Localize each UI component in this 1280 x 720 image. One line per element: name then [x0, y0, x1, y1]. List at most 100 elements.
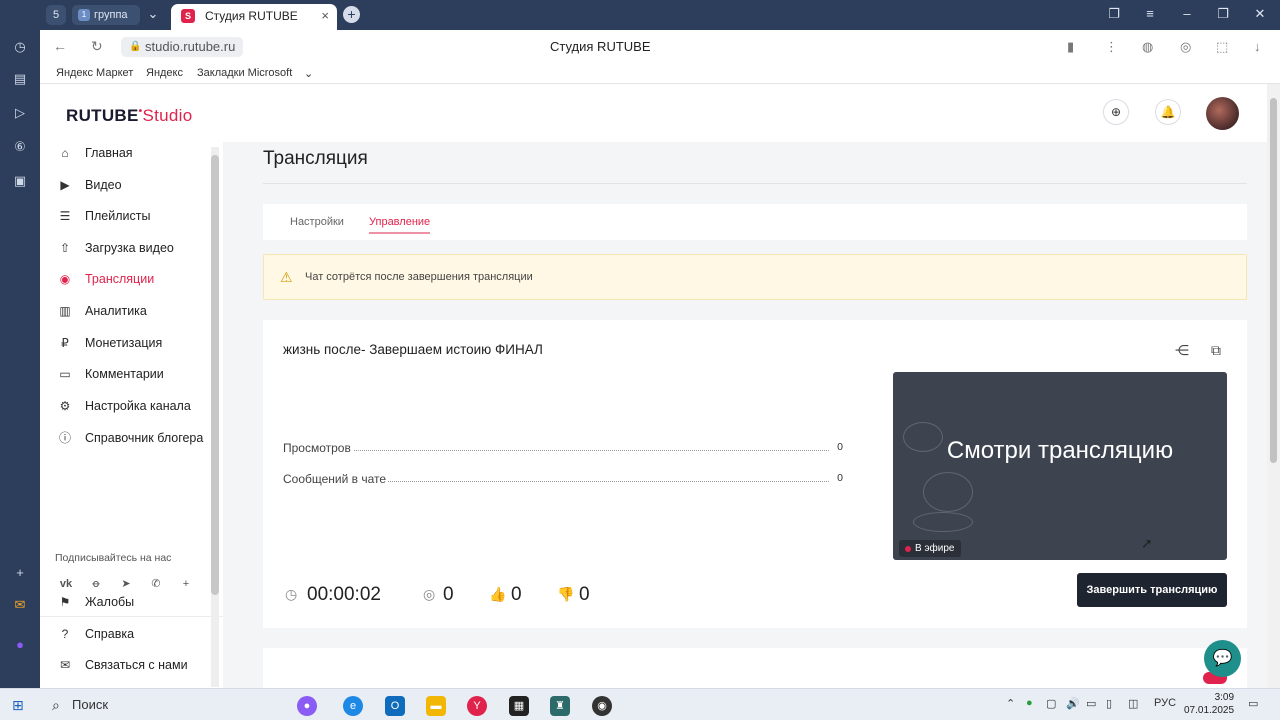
rutube-studio-logo[interactable]: RUTUBE•Studio — [66, 106, 192, 126]
chat-warning: ⚠ Чат сотрётся после завершения трансляц… — [263, 254, 1247, 300]
tab-active[interactable]: S Студия RUTUBE × — [171, 4, 337, 30]
chevron-down-icon[interactable]: ⌄ — [145, 6, 161, 22]
tab-management[interactable]: Управление — [369, 216, 431, 234]
gallery-icon[interactable]: ▣ — [11, 172, 29, 190]
notes-icon[interactable]: ▤ — [11, 70, 29, 88]
bookmark-icon[interactable]: ▮ — [1067, 39, 1074, 55]
search-label: Поиск — [72, 697, 109, 712]
main-content: Трансляция Настройки Управление ⚠ Чат со… — [263, 142, 1247, 688]
back-icon[interactable]: ← — [53, 38, 67, 54]
sidebar-item-blogger-guide[interactable]: ⓘ Справочник блогера — [40, 424, 223, 452]
chevron-down-icon[interactable]: ⌄ — [304, 67, 313, 80]
sidebar-divider — [40, 616, 223, 617]
sidebar-item-monetization[interactable]: ₽ Монетизация — [40, 329, 223, 357]
add-panel-icon[interactable]: + — [11, 564, 29, 582]
tab-group-count[interactable]: 5 — [46, 5, 67, 25]
taskbar-search[interactable]: ⌕ Поиск — [40, 689, 280, 720]
notifications-icon[interactable]: ▭ — [1248, 697, 1258, 710]
download-icon[interactable]: ↓ — [1254, 39, 1261, 54]
battery-icon[interactable]: ▯ — [1106, 697, 1112, 710]
stream-title: жизнь после- Завершаем истоию ФИНАЛ — [283, 342, 543, 357]
tab-group-1[interactable]: 1 группа 1 — [72, 5, 140, 41]
volume-icon[interactable]: 🔊 — [1066, 697, 1080, 710]
new-tab-button[interactable]: + — [343, 6, 360, 23]
tab-settings[interactable]: Настройки — [290, 216, 344, 228]
preview-text: Смотри трансляцию — [946, 437, 1174, 464]
menu-icon[interactable]: ≡ — [1142, 6, 1158, 21]
stream-preview[interactable]: Смотри трансляцию В эфире — [893, 372, 1227, 560]
bookmark-market[interactable]: Яндекс Маркет — [56, 67, 133, 79]
support-chat-button[interactable]: 💬 — [1204, 640, 1241, 677]
history-icon[interactable]: ◷ — [11, 38, 29, 56]
sidebar-item-help[interactable]: ? Справка — [40, 620, 223, 648]
tray-icon[interactable]: ▢ — [1046, 697, 1056, 710]
sidebar-item-label: Загрузка видео — [85, 241, 174, 255]
yandex-browser-icon[interactable]: Y — [467, 696, 487, 716]
clock-time: 3:09 — [1214, 692, 1235, 703]
restore-icon[interactable]: ❐ — [1215, 6, 1231, 22]
outlook-icon[interactable]: O — [385, 696, 405, 716]
bookmark-microsoft[interactable]: Закладки Microsoft — [197, 67, 292, 79]
more-icon[interactable]: ⋮ — [1105, 39, 1118, 55]
bell-icon[interactable]: 🔔 — [1155, 99, 1181, 125]
sidebar-item-video[interactable]: ▶ Видео — [40, 171, 223, 199]
sidebar-item-analytics[interactable]: ▥ Аналитика — [40, 297, 223, 325]
avatar[interactable] — [1206, 97, 1239, 130]
sidebar-item-upload[interactable]: ⇧ Загрузка видео — [40, 234, 223, 262]
close-tab-icon[interactable]: × — [321, 4, 329, 28]
clock[interactable]: 3:09 07.01.2025 — [1184, 691, 1234, 717]
mail-app-icon[interactable]: ✉ — [11, 596, 29, 614]
sidebar-item-contact[interactable]: ✉ Связаться с нами — [40, 651, 223, 679]
game-icon[interactable]: ♜ — [550, 696, 570, 716]
taskbar: ⊞ ⌕ Поиск ● e O ▬ Y ▦ ♜ ◉ ⌃ ● ▢ 🔊 ▭ ▯ ◫ … — [0, 688, 1280, 720]
six-icon[interactable]: ⑥ — [11, 138, 29, 156]
sidebar-item-home[interactable]: ⌂ Главная — [40, 139, 223, 167]
flag-icon: ⚑ — [59, 595, 71, 609]
preview-doodle — [913, 512, 973, 532]
network-icon[interactable]: ▭ — [1086, 697, 1096, 710]
sidebar-item-channel-settings[interactable]: ⚙ Настройка канала — [40, 392, 223, 420]
reload-icon[interactable]: ↻ — [91, 38, 103, 55]
close-window-icon[interactable]: ✕ — [1252, 6, 1268, 22]
windows-start-icon[interactable]: ⊞ — [12, 697, 24, 714]
sidebar-scrollbar[interactable] — [211, 147, 219, 687]
recorder-icon[interactable]: ◉ — [592, 696, 612, 716]
sidebar-item-broadcasts[interactable]: ◉ Трансляции — [40, 265, 223, 293]
language-indicator[interactable]: РУС — [1154, 697, 1176, 709]
url-field[interactable]: 🔒 studio.rutube.ru — [121, 37, 244, 57]
alice-icon[interactable]: ● — [11, 636, 29, 654]
bookmark-yandex[interactable]: Яндекс — [146, 67, 183, 79]
bookmark-collection-icon[interactable]: ❐ — [1106, 6, 1122, 22]
sidebar-item-playlists[interactable]: ☰ Плейлисты — [40, 202, 223, 230]
tab-bar: 5 1 группа 1 ⌄ S Студия RUTUBE × + ❐ ≡ –… — [0, 0, 1280, 41]
stat-label: Сообщений в чате — [283, 472, 389, 486]
upload-icon: ⇧ — [59, 241, 71, 255]
obs-icon[interactable]: ▦ — [509, 696, 529, 716]
sidebar-item-comments[interactable]: ▭ Комментарии — [40, 360, 223, 388]
tray-icon[interactable]: ◫ — [1128, 697, 1138, 710]
tray-app-icon[interactable]: ● — [1026, 697, 1033, 709]
tray-chevron-icon[interactable]: ⌃ — [1006, 697, 1015, 710]
info-icon: ⓘ — [58, 431, 71, 445]
protect-icon[interactable]: ◎ — [1180, 39, 1191, 55]
sidebar: ⌂ Главная ▶ Видео ☰ Плейлисты ⇧ Загрузка… — [40, 142, 223, 688]
alice-app-icon[interactable]: ● — [297, 696, 317, 716]
sidebar-item-label: Трансляции — [85, 272, 155, 286]
page-scrollbar[interactable] — [1267, 84, 1280, 688]
video-icon[interactable]: ▷ — [11, 104, 29, 122]
group-marker-icon: 1 — [78, 9, 90, 21]
extensions-icon[interactable]: ⬚ — [1216, 39, 1228, 55]
sidebar-item-label: Справочник блогера — [85, 431, 204, 445]
external-link-icon[interactable]: ⧉ — [1208, 342, 1224, 359]
minimize-icon[interactable]: – — [1179, 6, 1195, 21]
translate-icon[interactable]: ◍ — [1142, 39, 1153, 55]
end-stream-button[interactable]: Завершить трансляцию — [1077, 573, 1227, 607]
sidebar-item-complaints[interactable]: ⚑ Жалобы — [40, 588, 223, 616]
edge-icon[interactable]: e — [343, 696, 363, 716]
share-icon[interactable]: ⋲ — [1174, 342, 1190, 359]
explorer-icon[interactable]: ▬ — [426, 696, 446, 716]
sidebar-scroll-thumb[interactable] — [211, 155, 219, 595]
add-icon[interactable]: ⊕ — [1103, 99, 1129, 125]
comment-icon: ▭ — [59, 367, 71, 381]
page-scroll-thumb[interactable] — [1270, 98, 1277, 463]
